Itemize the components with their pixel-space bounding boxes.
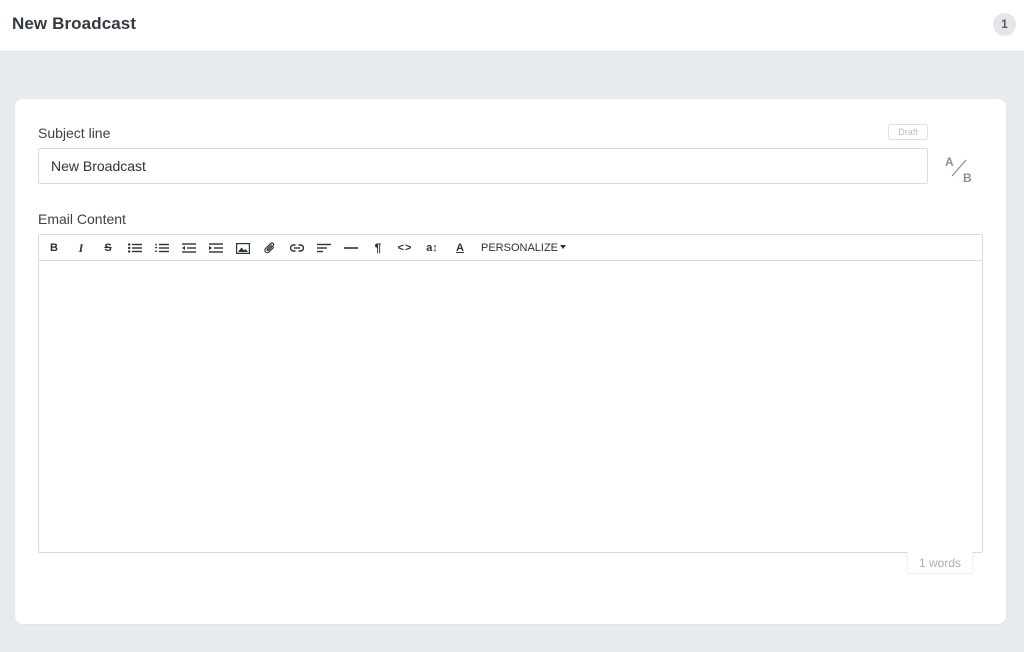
personalize-label: PERSONALIZE — [481, 242, 559, 254]
attachment-button[interactable] — [260, 239, 280, 257]
font-color-icon: A — [456, 242, 464, 254]
font-size-button[interactable]: a↕ — [422, 239, 442, 257]
strikethrough-button[interactable]: S — [98, 239, 118, 257]
bold-icon: B — [50, 242, 58, 254]
italic-icon: I — [78, 241, 84, 255]
ab-test-b-label: B — [963, 171, 972, 185]
indent-button[interactable] — [206, 239, 226, 257]
caret-down-icon — [560, 245, 567, 250]
broadcast-card: Subject line Draft A B Email Content B I… — [15, 99, 1006, 624]
outdent-icon — [182, 243, 196, 253]
page-title: New Broadcast — [12, 14, 137, 33]
top-bar: New Broadcast 1 — [0, 0, 1024, 52]
paragraph-icon: ¶ — [374, 241, 382, 255]
align-left-icon — [317, 243, 331, 253]
font-color-button[interactable]: A — [450, 239, 470, 257]
editor-toolbar: B I S ¶ <> a↕ A PERSONALIZE — [39, 235, 982, 261]
align-button[interactable] — [314, 239, 334, 257]
numbered-list-button[interactable] — [152, 239, 172, 257]
personalize-dropdown[interactable]: PERSONALIZE — [481, 239, 567, 257]
numbered-list-icon — [155, 243, 169, 253]
bold-button[interactable]: B — [44, 239, 64, 257]
subject-line-label: Subject line — [38, 125, 111, 141]
image-icon — [236, 242, 250, 254]
email-editor: B I S ¶ <> a↕ A PERSONALIZE — [38, 234, 983, 553]
outdent-button[interactable] — [179, 239, 199, 257]
link-icon — [290, 244, 304, 252]
status-badge: Draft — [888, 124, 928, 140]
font-size-icon: a↕ — [426, 242, 438, 254]
step-badge: 1 — [993, 13, 1016, 36]
horizontal-rule-button[interactable] — [341, 239, 361, 257]
subject-input[interactable] — [38, 148, 928, 184]
ab-test-button[interactable]: A B — [943, 153, 977, 187]
link-button[interactable] — [287, 239, 307, 257]
email-content-area[interactable] — [39, 262, 982, 552]
horizontal-rule-icon — [344, 247, 358, 249]
code-button[interactable]: <> — [395, 239, 415, 257]
bullet-list-icon — [128, 243, 142, 253]
email-content-label: Email Content — [38, 211, 126, 227]
code-icon: <> — [397, 242, 413, 254]
paragraph-button[interactable]: ¶ — [368, 239, 388, 257]
image-button[interactable] — [233, 239, 253, 257]
strikethrough-icon: S — [104, 242, 112, 254]
italic-button[interactable]: I — [71, 239, 91, 257]
paperclip-icon — [264, 241, 275, 253]
indent-icon — [209, 243, 223, 253]
word-count: 1 words — [907, 552, 973, 574]
bullet-list-button[interactable] — [125, 239, 145, 257]
